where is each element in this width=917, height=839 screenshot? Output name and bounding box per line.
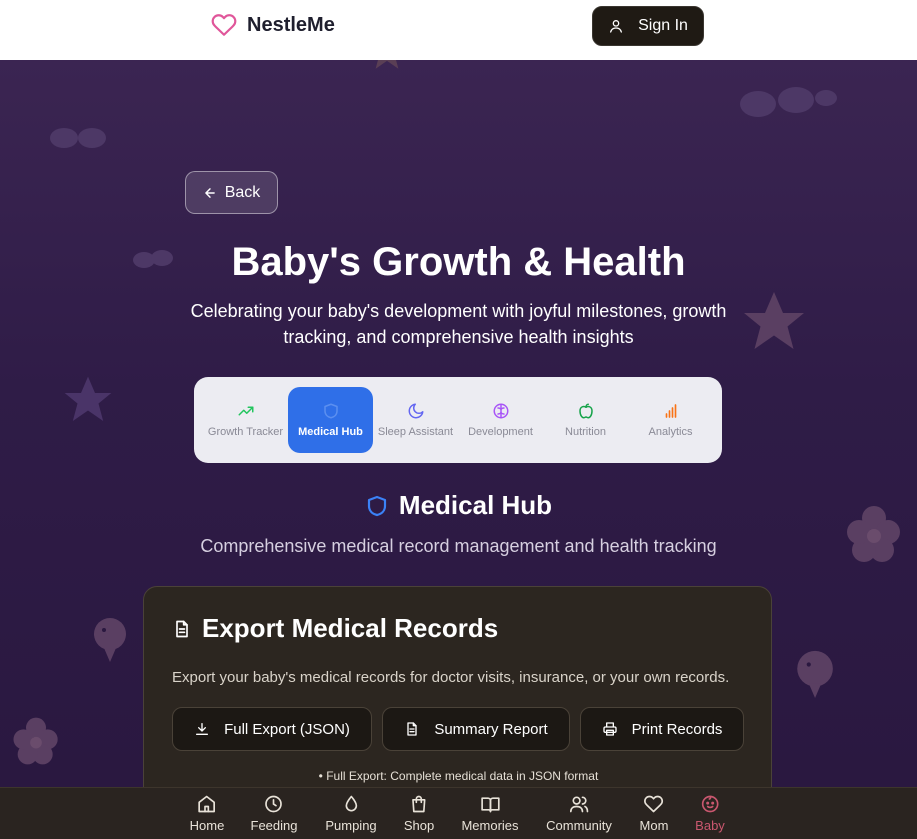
users-icon: [569, 796, 589, 813]
nav-label: Shop: [403, 818, 435, 833]
tab-label: Medical Hub: [298, 426, 363, 438]
clock-icon: [265, 795, 283, 813]
summary-report-button[interactable]: Summary Report: [382, 707, 570, 751]
section-header: Medical Hub: [0, 490, 917, 521]
star-decoration-icon: [744, 292, 804, 349]
printer-icon: [602, 722, 617, 736]
tab-analytics[interactable]: Analytics: [628, 387, 713, 453]
section-title: Medical Hub: [398, 490, 553, 520]
page-title: Baby's Growth & Health: [231, 240, 686, 284]
apple-icon: [578, 403, 593, 419]
tab-label: Sleep Assistant: [377, 426, 454, 438]
button-label: Full Export (JSON): [224, 720, 350, 738]
back-button[interactable]: Back: [185, 171, 278, 214]
file-text-icon: [407, 722, 417, 736]
brand-name: NestleMe: [247, 13, 335, 36]
nav-home[interactable]: Home: [189, 794, 225, 833]
star-decoration-icon: [64, 376, 112, 421]
shopping-bag-icon: [412, 795, 426, 813]
card-title: Export Medical Records: [202, 613, 499, 643]
book-open-icon: [480, 797, 500, 813]
nav-feeding[interactable]: Feeding: [250, 794, 298, 833]
nav-label: Pumping: [325, 818, 377, 833]
droplet-icon: [345, 795, 357, 812]
page-subtitle: Celebrating your baby's development with…: [190, 301, 727, 347]
full-export-button[interactable]: Full Export (JSON): [172, 707, 372, 751]
tab-label: Nutrition: [565, 426, 606, 438]
print-records-button[interactable]: Print Records: [580, 707, 744, 751]
tab-label: Development: [468, 426, 533, 438]
cloud-decoration-icon: [50, 128, 106, 148]
bird-decoration-icon: [94, 618, 126, 662]
nav-label: Mom: [639, 818, 669, 833]
arrow-left-icon: [204, 187, 215, 198]
nav-shop[interactable]: Shop: [404, 794, 434, 833]
brand[interactable]: NestleMe: [211, 12, 335, 38]
nav-label: Feeding: [250, 818, 298, 833]
nav-baby[interactable]: Baby: [695, 794, 725, 833]
tab-label: Analytics: [648, 426, 693, 438]
shield-icon: [323, 403, 338, 419]
star-decoration-icon: [375, 60, 399, 69]
tab-medical-hub[interactable]: Medical Hub: [288, 387, 373, 453]
flower-decoration-icon: [13, 717, 58, 765]
download-icon: [196, 723, 209, 735]
bird-decoration-icon: [797, 650, 833, 699]
tab-growth-tracker[interactable]: Growth Tracker: [203, 387, 288, 453]
nav-memories[interactable]: Memories: [461, 794, 519, 833]
heart-icon: [644, 795, 664, 813]
top-bar: NestleMe Sign In: [0, 0, 917, 60]
nav-label: Community: [546, 818, 612, 833]
baby-face-icon: [701, 795, 719, 813]
export-note: • Full Export: Complete medical data in …: [318, 769, 599, 783]
tab-sleep-assistant[interactable]: Sleep Assistant: [373, 387, 458, 453]
bar-chart-icon: [665, 404, 676, 418]
tab-development[interactable]: Development: [458, 387, 543, 453]
button-label: Print Records: [631, 720, 723, 738]
tab-nutrition[interactable]: Nutrition: [543, 387, 628, 453]
sign-in-label: Sign In: [638, 17, 688, 34]
section-subtitle: Comprehensive medical record management …: [200, 536, 717, 556]
nav-label: Baby: [695, 818, 725, 833]
sign-in-button[interactable]: Sign In: [592, 6, 704, 46]
bottom-navigation: Home Feeding Pumping Shop Memories Commu…: [0, 787, 917, 839]
category-tabs: Growth Tracker Medical Hub Sleep Assista…: [194, 377, 722, 463]
trending-up-icon: [238, 406, 253, 416]
nav-mom[interactable]: Mom: [639, 794, 669, 833]
heart-logo-icon: [211, 14, 237, 36]
shield-icon: [367, 495, 387, 516]
back-label: Back: [224, 183, 261, 201]
nav-label: Memories: [461, 818, 519, 833]
card-header: Export Medical Records: [172, 613, 498, 644]
button-label: Summary Report: [434, 720, 548, 738]
export-records-card: Export Medical Records Export your baby'…: [143, 586, 772, 787]
user-icon: [610, 20, 623, 33]
nav-community[interactable]: Community: [546, 794, 612, 833]
card-description: Export your baby's medical records for d…: [172, 669, 730, 686]
moon-icon: [408, 403, 423, 419]
file-text-icon: [176, 620, 188, 637]
home-icon: [198, 795, 216, 813]
nav-label: Home: [189, 818, 225, 833]
brain-icon: [493, 403, 508, 419]
tab-label: Growth Tracker: [207, 426, 284, 438]
cloud-decoration-icon: [740, 87, 837, 117]
main-content: Back Baby's Growth & Health Celebrating …: [0, 60, 917, 787]
nav-pumping[interactable]: Pumping: [325, 794, 377, 833]
